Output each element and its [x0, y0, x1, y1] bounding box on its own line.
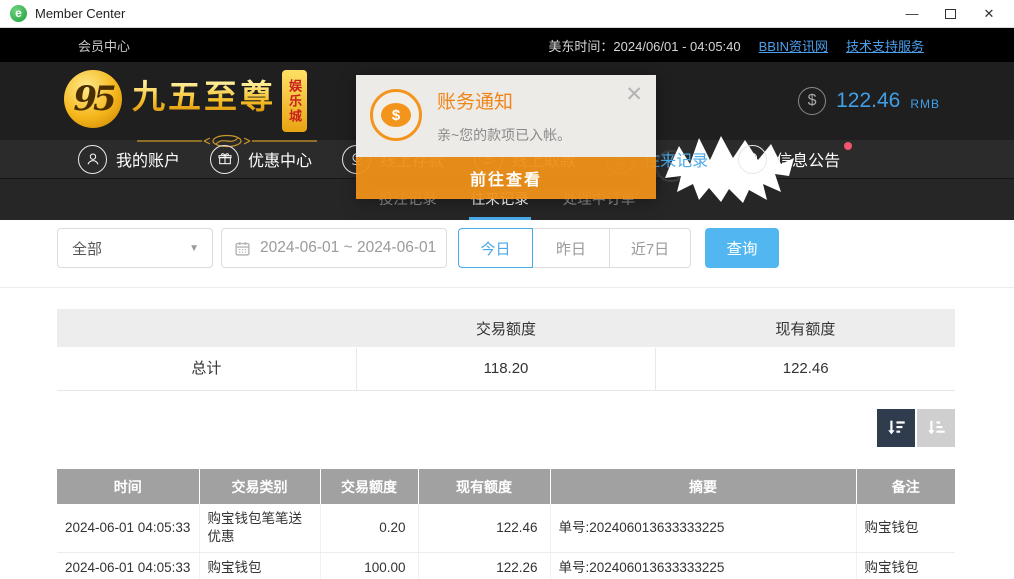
nav-item-promotions[interactable]: 优惠中心 [210, 145, 312, 174]
cell-summary: 单号:202406013633333225 [550, 553, 856, 579]
balance-amount: 122.46 [836, 89, 900, 113]
logo-monogram-icon: 95 [64, 70, 122, 128]
section-divider [0, 287, 1014, 288]
account-notification-popup: $ 账务通知 亲~您的款项已入帐。 ✕ 前往查看 [356, 75, 656, 199]
cell-balance: 122.46 [418, 504, 550, 553]
gift-icon [210, 145, 239, 174]
table-row: 2024-06-01 04:05:33 购宝钱包笔笔送优惠 0.20 122.4… [57, 504, 955, 553]
coin-dollar-icon: $ [798, 87, 826, 115]
summary-header-balance: 现有额度 [656, 318, 955, 339]
notification-texts: 账务通知 亲~您的款项已入帐。 [437, 85, 571, 145]
summary-header-trade: 交易额度 [356, 318, 655, 339]
summary-trade-total: 118.20 [357, 348, 657, 390]
cell-time: 2024-06-01 04:05:33 [57, 553, 199, 579]
balance-display: $ 122.46 RMB [798, 87, 940, 115]
logo-badge: 娱乐城 [282, 70, 307, 132]
nav-label: 我的账户 [116, 147, 180, 171]
sort-ascending-button[interactable] [917, 409, 955, 447]
site-logo[interactable]: 95 九五至尊娱乐城 [64, 70, 322, 153]
bbin-news-link[interactable]: BBIN资讯网 [759, 36, 828, 55]
summary-balance-total: 122.46 [656, 348, 955, 390]
chevron-down-icon: ▼ [189, 243, 199, 254]
summary-total-row: 总计 118.20 122.46 [57, 347, 955, 391]
cell-amount: 0.20 [320, 504, 418, 553]
money-message-icon: $ [370, 89, 422, 141]
tech-support-link[interactable]: 技术支持服务 [846, 36, 924, 55]
breadcrumb: 会员中心 [78, 36, 130, 55]
col-header-category[interactable]: 交易类别 [199, 469, 320, 504]
summary-total-label: 总计 [57, 348, 357, 390]
cell-balance: 122.26 [418, 553, 550, 579]
cell-note: 购宝钱包 [856, 504, 955, 553]
close-icon[interactable]: ✕ [982, 6, 996, 22]
eastern-time-label: 美东时间：2024/06/01 - 04:05:40 [548, 36, 740, 55]
summary-table: 交易额度 现有额度 总计 118.20 122.46 [57, 309, 955, 391]
calendar-icon [234, 240, 251, 257]
category-select-value: 全部 [72, 238, 102, 259]
col-header-amount[interactable]: 交易额度 [320, 469, 418, 504]
nav-item-my-account[interactable]: 我的账户 [78, 145, 180, 174]
date-range-input[interactable]: 2024-06-01 ~ 2024-06-01 [221, 228, 447, 268]
browser-app-icon: e [10, 5, 27, 22]
balance-currency: RMB [910, 97, 940, 111]
sort-descending-button[interactable] [877, 409, 915, 447]
col-header-summary[interactable]: 摘要 [550, 469, 856, 504]
nav-item-announcements[interactable]: 信息公告 [738, 145, 840, 174]
col-header-time[interactable]: 时间 [57, 469, 199, 504]
popup-close-icon[interactable]: ✕ [625, 85, 643, 105]
maximize-icon[interactable] [945, 9, 956, 19]
filter-row: 全部 ▼ 2024-06-01 ~ 2024-06-01 今日 昨日 近7日 查… [57, 228, 1014, 268]
table-header-row: 时间 交易类别 交易额度 现有额度 摘要 备注 [57, 469, 955, 504]
go-view-button[interactable]: 前往查看 [356, 157, 656, 199]
logo-text-wrap: 九五至尊娱乐城 [132, 70, 322, 153]
col-header-balance[interactable]: 现有额度 [418, 469, 550, 504]
topbar-right: 美东时间：2024/06/01 - 04:05:40 BBIN资讯网 技术支持服… [548, 36, 1014, 55]
nav-label: 优惠中心 [248, 147, 312, 171]
member-center-window: e Member Center — ✕ 会员中心 美东时间：2024/06/01… [0, 0, 1014, 579]
table-row: 2024-06-01 04:05:33 购宝钱包 100.00 122.26 单… [57, 553, 955, 579]
dollar-bubble-icon: $ [381, 103, 411, 127]
sort-controls [57, 409, 955, 447]
minimize-icon[interactable]: — [905, 6, 919, 21]
cell-summary: 单号:202406013633333225 [550, 504, 856, 553]
window-titlebar: e Member Center — ✕ [0, 0, 1014, 28]
date-range-value: 2024-06-01 ~ 2024-06-01 [260, 239, 436, 257]
top-status-bar: 会员中心 美东时间：2024/06/01 - 04:05:40 BBIN资讯网 … [0, 28, 1014, 62]
yesterday-button[interactable]: 昨日 [532, 228, 610, 268]
window-controls: — ✕ [905, 6, 1004, 22]
sort-descending-icon [885, 417, 907, 439]
cell-time: 2024-06-01 04:05:33 [57, 504, 199, 553]
notification-title: 账务通知 [437, 87, 571, 114]
summary-header-row: 交易额度 现有额度 [57, 309, 955, 347]
user-icon [78, 145, 107, 174]
last-7-days-button[interactable]: 近7日 [609, 228, 691, 268]
cell-category: 购宝钱包笔笔送优惠 [199, 504, 320, 553]
content-area: 全部 ▼ 2024-06-01 ~ 2024-06-01 今日 昨日 近7日 查… [0, 228, 1014, 579]
notification-body: $ 账务通知 亲~您的款项已入帐。 ✕ [356, 75, 656, 157]
transactions-table: 时间 交易类别 交易额度 现有额度 摘要 备注 2024-06-01 04:05… [57, 469, 955, 579]
quick-date-group: 今日 昨日 近7日 [458, 228, 691, 268]
notification-message: 亲~您的款项已入帐。 [437, 125, 571, 145]
col-header-note[interactable]: 备注 [856, 469, 955, 504]
notification-dot [844, 142, 852, 150]
nav-label: 信息公告 [776, 147, 840, 171]
search-button[interactable]: 查询 [705, 228, 779, 268]
today-button[interactable]: 今日 [458, 228, 533, 268]
cell-note: 购宝钱包 [856, 553, 955, 579]
bell-icon [738, 145, 767, 174]
sort-ascending-icon [925, 417, 947, 439]
category-select[interactable]: 全部 ▼ [57, 228, 213, 268]
cell-category: 购宝钱包 [199, 553, 320, 579]
logo-name: 九五至尊 [132, 78, 276, 115]
cell-amount: 100.00 [320, 553, 418, 579]
window-title: Member Center [35, 6, 905, 21]
